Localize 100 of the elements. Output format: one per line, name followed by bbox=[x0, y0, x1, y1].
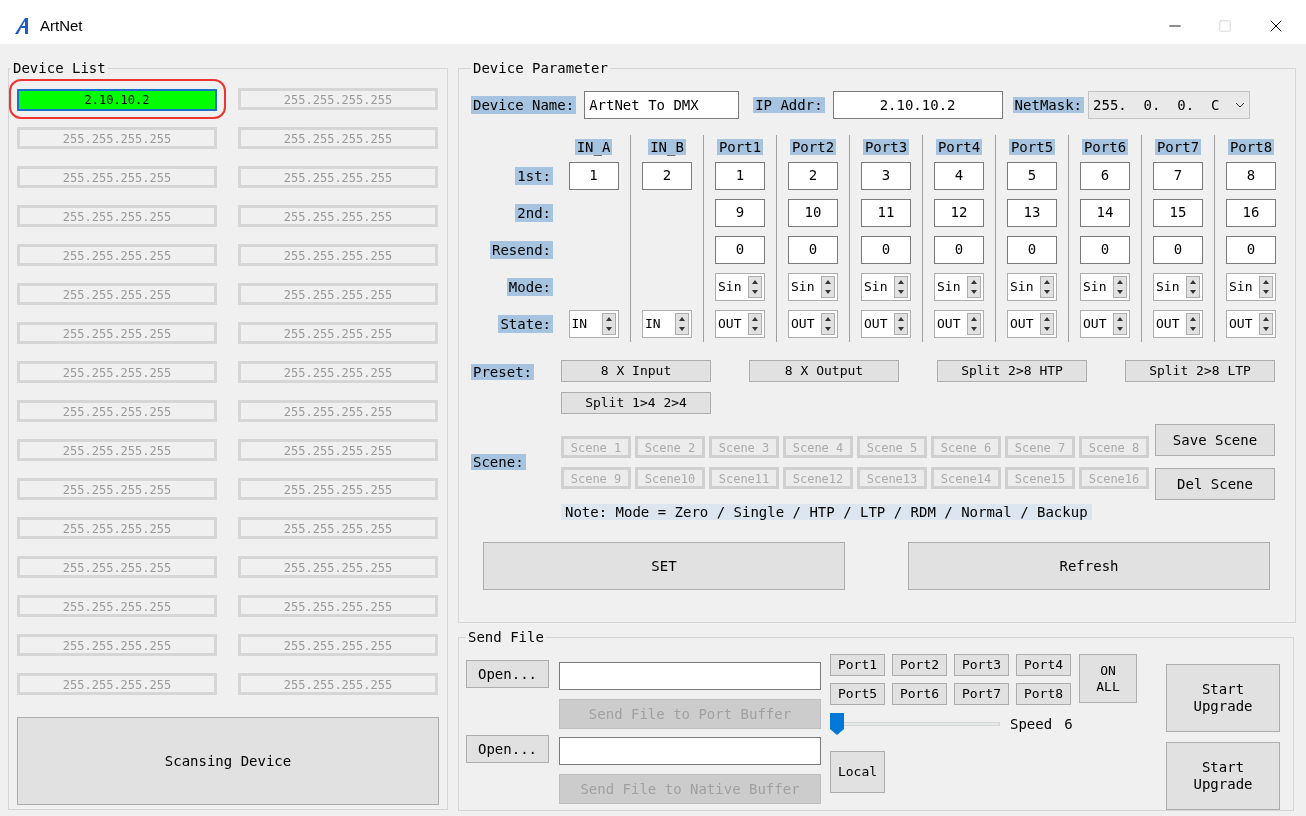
number-field[interactable]: 0 bbox=[1153, 235, 1203, 264]
number-field[interactable]: 14 bbox=[1080, 198, 1130, 227]
field-label: Port4 bbox=[935, 139, 983, 155]
open-button[interactable]: Open... bbox=[466, 735, 549, 763]
field-label: Mode: bbox=[506, 277, 553, 296]
scan-button[interactable]: Scansing Device bbox=[17, 717, 439, 805]
field-label: NetMask: bbox=[1012, 97, 1085, 113]
file-path-field[interactable] bbox=[559, 662, 821, 690]
port-toggle-button[interactable]: Port4 bbox=[1016, 654, 1071, 676]
spin-arrows-icon bbox=[675, 312, 689, 335]
save-scene-button[interactable]: Save Scene bbox=[1155, 424, 1275, 456]
speed-slider[interactable] bbox=[830, 713, 1000, 735]
number-field[interactable]: 8 bbox=[1226, 161, 1276, 190]
mode-spinner[interactable]: Sin bbox=[1080, 272, 1130, 301]
preset-button[interactable]: 8 X Input bbox=[561, 360, 711, 382]
number-field[interactable]: 0 bbox=[861, 235, 911, 264]
spin-arrows-icon bbox=[1186, 312, 1200, 335]
number-field[interactable]: 13 bbox=[1007, 198, 1057, 227]
state-spinner[interactable]: OUT bbox=[934, 309, 984, 338]
spin-arrows-icon bbox=[967, 312, 981, 335]
field-label: Port5 bbox=[1008, 139, 1056, 155]
mode-spinner[interactable]: Sin bbox=[861, 272, 911, 301]
number-field[interactable]: 2 bbox=[788, 161, 838, 190]
number-field[interactable]: 3 bbox=[861, 161, 911, 190]
number-field[interactable]: 0 bbox=[788, 235, 838, 264]
mode-spinner[interactable]: Sin bbox=[1153, 272, 1203, 301]
delete-scene-button[interactable]: Del Scene bbox=[1155, 468, 1275, 500]
state-spinner[interactable]: OUT bbox=[788, 309, 838, 338]
start-upgrade-button[interactable]: Start Upgrade bbox=[1166, 664, 1280, 732]
open-button[interactable]: Open... bbox=[466, 660, 549, 688]
number-field[interactable]: 6 bbox=[1080, 161, 1130, 190]
state-spinner[interactable]: OUT bbox=[1007, 309, 1057, 338]
spin-arrows-icon bbox=[1259, 275, 1273, 298]
spin-arrows-icon bbox=[894, 312, 908, 335]
on-all-button[interactable]: ON ALL bbox=[1079, 654, 1137, 703]
preset-button[interactable]: Split 1>4 2>4 bbox=[561, 392, 711, 414]
port-toggle-button[interactable]: Port7 bbox=[954, 683, 1009, 705]
port-toggle-button[interactable]: Port6 bbox=[892, 683, 947, 705]
number-field[interactable]: 9 bbox=[715, 198, 765, 227]
port-toggle-button[interactable]: Port1 bbox=[830, 654, 885, 676]
spin-arrows-icon bbox=[748, 275, 762, 298]
refresh-button[interactable]: Refresh bbox=[908, 542, 1270, 590]
chevron-down-icon bbox=[1235, 102, 1246, 108]
number-field[interactable]: 15 bbox=[1153, 198, 1203, 227]
number-field[interactable]: 4 bbox=[934, 161, 984, 190]
ip-address-field[interactable]: 2.10.10.2 bbox=[832, 91, 1003, 119]
number-field[interactable]: 16 bbox=[1226, 198, 1276, 227]
field-label: State: bbox=[498, 314, 553, 333]
state-spinner[interactable]: IN bbox=[642, 309, 692, 338]
number-field[interactable]: 10 bbox=[788, 198, 838, 227]
device-name-field[interactable]: ArtNet To DMX bbox=[584, 91, 740, 119]
state-spinner[interactable]: IN bbox=[568, 309, 619, 338]
spin-arrows-icon bbox=[1259, 312, 1273, 335]
number-field[interactable]: 12 bbox=[934, 198, 984, 227]
mode-spinner[interactable]: Sin bbox=[1007, 272, 1057, 301]
panel-title: Device Parameter bbox=[472, 59, 609, 78]
number-field[interactable]: 2 bbox=[642, 161, 692, 190]
device-item[interactable]: 2.10.10.2 bbox=[17, 89, 217, 111]
state-spinner[interactable]: OUT bbox=[1226, 309, 1276, 338]
start-upgrade-button[interactable]: Start Upgrade bbox=[1166, 742, 1280, 810]
field-label: Port3 bbox=[862, 139, 910, 155]
state-spinner[interactable]: OUT bbox=[861, 309, 911, 338]
field-label: Port6 bbox=[1081, 139, 1129, 155]
field-label: Port2 bbox=[789, 139, 837, 155]
number-field[interactable]: 5 bbox=[1007, 161, 1057, 190]
field-label: 1st: bbox=[515, 166, 553, 185]
netmask-dropdown[interactable]: 255. 0. 0. C bbox=[1088, 91, 1251, 119]
number-field[interactable]: 0 bbox=[1007, 235, 1057, 264]
port-toggle-button[interactable]: Port2 bbox=[892, 654, 947, 676]
preset-button[interactable]: Split 2>8 HTP bbox=[937, 360, 1087, 382]
state-spinner[interactable]: OUT bbox=[1080, 309, 1130, 338]
number-field[interactable]: 1 bbox=[568, 161, 619, 190]
state-spinner[interactable]: OUT bbox=[1153, 309, 1203, 338]
port-toggle-button[interactable]: Port8 bbox=[1016, 683, 1071, 705]
number-field[interactable]: 0 bbox=[715, 235, 765, 264]
port-toggle-button[interactable]: Port5 bbox=[830, 683, 885, 705]
mode-spinner[interactable]: Sin bbox=[1226, 272, 1276, 301]
number-field[interactable]: 0 bbox=[934, 235, 984, 264]
state-spinner[interactable]: OUT bbox=[715, 309, 765, 338]
field-label: Device Name: bbox=[471, 96, 577, 114]
field-label: Port7 bbox=[1154, 139, 1202, 155]
number-field[interactable]: 1 bbox=[715, 161, 765, 190]
slider-thumb[interactable] bbox=[830, 713, 844, 735]
mode-spinner[interactable]: Sin bbox=[788, 272, 838, 301]
mode-spinner[interactable]: Sin bbox=[715, 272, 765, 301]
number-field[interactable]: 11 bbox=[861, 198, 911, 227]
set-button[interactable]: SET bbox=[483, 542, 845, 590]
number-field[interactable]: 0 bbox=[1226, 235, 1276, 264]
preset-button[interactable]: Split 2>8 LTP bbox=[1125, 360, 1275, 382]
number-field[interactable]: 0 bbox=[1080, 235, 1130, 264]
field-label: IN_A bbox=[574, 139, 613, 155]
number-field[interactable]: 7 bbox=[1153, 161, 1203, 190]
local-button[interactable]: Local bbox=[830, 751, 885, 793]
port-toggle-button[interactable]: Port3 bbox=[954, 654, 1009, 676]
mode-spinner[interactable]: Sin bbox=[934, 272, 984, 301]
spin-arrows-icon bbox=[1040, 312, 1054, 335]
file-path-field[interactable] bbox=[559, 737, 821, 765]
preset-button[interactable]: 8 X Output bbox=[749, 360, 899, 382]
spin-arrows-icon bbox=[601, 312, 616, 335]
spin-arrows-icon bbox=[1186, 275, 1200, 298]
